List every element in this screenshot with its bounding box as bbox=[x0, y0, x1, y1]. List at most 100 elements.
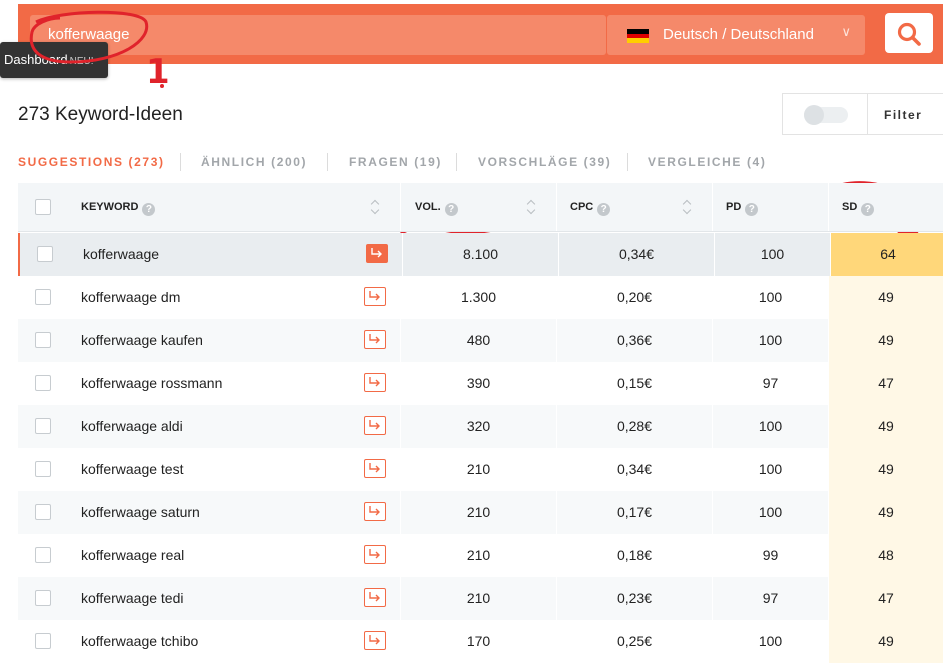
column-header-sd[interactable]: SD? bbox=[842, 201, 875, 216]
help-icon: ? bbox=[861, 203, 875, 216]
keyword-cell[interactable]: kofferwaage test bbox=[81, 448, 183, 491]
cpc-cell: 0,20€ bbox=[616, 289, 653, 305]
volume-cell: 210 bbox=[466, 461, 491, 477]
row-checkbox[interactable] bbox=[37, 246, 53, 262]
cpc-cell: 0,34€ bbox=[616, 461, 653, 477]
pd-cell: 100 bbox=[758, 418, 783, 434]
cpc-cell: 0,15€ bbox=[616, 375, 653, 391]
column-header-cpc[interactable]: CPC? bbox=[570, 201, 611, 216]
table-row[interactable]: kofferwaage kaufen 480 0,36€ 100 49 bbox=[18, 319, 943, 362]
pd-cell: 100 bbox=[758, 461, 783, 477]
help-icon: ? bbox=[142, 203, 156, 216]
redirect-arrow-icon bbox=[369, 291, 380, 301]
keyword-cell[interactable]: kofferwaage bbox=[83, 233, 159, 276]
redirect-arrow-icon bbox=[369, 334, 380, 344]
cpc-cell: 0,28€ bbox=[616, 418, 653, 434]
row-checkbox[interactable] bbox=[35, 547, 51, 563]
help-icon: ? bbox=[745, 203, 759, 216]
table-row[interactable]: kofferwaage test 210 0,34€ 100 49 bbox=[18, 448, 943, 491]
row-checkbox[interactable] bbox=[35, 590, 51, 606]
filter-button[interactable]: Filter bbox=[884, 108, 922, 122]
volume-cell: 170 bbox=[466, 633, 491, 649]
pd-cell: 99 bbox=[762, 547, 779, 563]
volume-cell: 1.300 bbox=[460, 289, 497, 305]
annotation-dot bbox=[160, 84, 164, 88]
row-checkbox[interactable] bbox=[35, 418, 51, 434]
keyword-cell[interactable]: kofferwaage rossmann bbox=[81, 362, 222, 405]
column-header-keyword[interactable]: KEYWORD? bbox=[81, 201, 156, 216]
table-row[interactable]: kofferwaage dm 1.300 0,20€ 100 49 bbox=[18, 276, 943, 319]
open-keyword-button[interactable] bbox=[364, 459, 386, 478]
sd-cell: 47 bbox=[829, 577, 943, 620]
redirect-arrow-icon bbox=[369, 549, 380, 559]
tab-questions[interactable]: FRAGEN (19) bbox=[349, 155, 442, 169]
row-checkbox[interactable] bbox=[35, 332, 51, 348]
open-keyword-button[interactable] bbox=[364, 545, 386, 564]
select-all-checkbox[interactable] bbox=[35, 199, 51, 215]
redirect-arrow-icon bbox=[369, 592, 380, 602]
help-icon: ? bbox=[444, 203, 458, 216]
pd-cell: 100 bbox=[758, 289, 783, 305]
pd-cell: 100 bbox=[760, 246, 785, 262]
row-checkbox[interactable] bbox=[35, 375, 51, 391]
table-row[interactable]: kofferwaage aldi 320 0,28€ 100 49 bbox=[18, 405, 943, 448]
redirect-arrow-icon bbox=[369, 463, 380, 473]
keyword-cell[interactable]: kofferwaage kaufen bbox=[81, 319, 203, 362]
open-keyword-button[interactable] bbox=[366, 244, 388, 263]
volume-cell: 210 bbox=[466, 547, 491, 563]
cpc-cell: 0,17€ bbox=[616, 504, 653, 520]
filter-toggle[interactable] bbox=[804, 105, 848, 125]
tab-proposals[interactable]: VORSCHLÄGE (39) bbox=[478, 155, 611, 169]
column-header-pd[interactable]: PD? bbox=[726, 201, 759, 216]
open-keyword-button[interactable] bbox=[364, 373, 386, 392]
row-checkbox[interactable] bbox=[35, 289, 51, 305]
keyword-cell[interactable]: kofferwaage tchibo bbox=[81, 620, 198, 663]
volume-cell: 8.100 bbox=[462, 246, 499, 262]
table-row[interactable]: kofferwaage 8.100 0,34€ 100 64 bbox=[18, 233, 943, 276]
keyword-cell[interactable]: kofferwaage saturn bbox=[81, 491, 200, 534]
keyword-cell[interactable]: kofferwaage dm bbox=[81, 276, 180, 319]
keyword-cell[interactable]: kofferwaage aldi bbox=[81, 405, 183, 448]
open-keyword-button[interactable] bbox=[364, 631, 386, 650]
open-keyword-button[interactable] bbox=[364, 416, 386, 435]
redirect-arrow-icon bbox=[369, 635, 380, 645]
cpc-cell: 0,23€ bbox=[616, 590, 653, 606]
open-keyword-button[interactable] bbox=[364, 330, 386, 349]
open-keyword-button[interactable] bbox=[364, 287, 386, 306]
keyword-cell[interactable]: kofferwaage real bbox=[81, 534, 184, 577]
table-row[interactable]: kofferwaage tchibo 170 0,25€ 100 49 bbox=[18, 620, 943, 663]
volume-cell: 390 bbox=[466, 375, 491, 391]
open-keyword-button[interactable] bbox=[364, 502, 386, 521]
sort-icon[interactable] bbox=[370, 198, 380, 216]
row-checkbox[interactable] bbox=[35, 461, 51, 477]
sd-cell: 49 bbox=[829, 319, 943, 362]
pd-cell: 97 bbox=[762, 590, 779, 606]
table-row[interactable]: kofferwaage rossmann 390 0,15€ 97 47 bbox=[18, 362, 943, 405]
cpc-cell: 0,34€ bbox=[618, 246, 655, 262]
sd-cell: 47 bbox=[829, 362, 943, 405]
table-row[interactable]: kofferwaage real 210 0,18€ 99 48 bbox=[18, 534, 943, 577]
sd-cell: 49 bbox=[829, 620, 943, 663]
table-row[interactable]: kofferwaage saturn 210 0,17€ 100 49 bbox=[18, 491, 943, 534]
pd-cell: 100 bbox=[758, 504, 783, 520]
keyword-cell[interactable]: kofferwaage tedi bbox=[81, 577, 183, 620]
tab-similar[interactable]: ÄHNLICH (200) bbox=[201, 155, 307, 169]
volume-cell: 320 bbox=[466, 418, 491, 434]
row-checkbox[interactable] bbox=[35, 633, 51, 649]
table-row[interactable]: kofferwaage tedi 210 0,23€ 97 47 bbox=[18, 577, 943, 620]
page-title: 273 Keyword-Ideen bbox=[18, 104, 183, 125]
tab-comparisons[interactable]: VERGLEICHE (4) bbox=[648, 155, 766, 169]
volume-cell: 480 bbox=[466, 332, 491, 348]
open-keyword-button[interactable] bbox=[364, 588, 386, 607]
column-header-vol[interactable]: VOL.? bbox=[415, 201, 458, 216]
sd-cell: 49 bbox=[829, 491, 943, 534]
tab-suggestions[interactable]: SUGGESTIONS (273) bbox=[18, 155, 165, 169]
sd-cell: 49 bbox=[829, 448, 943, 491]
pd-cell: 100 bbox=[758, 633, 783, 649]
sort-icon[interactable] bbox=[526, 198, 536, 216]
row-checkbox[interactable] bbox=[35, 504, 51, 520]
sort-icon[interactable] bbox=[682, 198, 692, 216]
sd-cell: 48 bbox=[829, 534, 943, 577]
table-header: KEYWORD? VOL.? CPC? PD? SD? bbox=[18, 183, 943, 232]
redirect-arrow-icon bbox=[369, 377, 380, 387]
